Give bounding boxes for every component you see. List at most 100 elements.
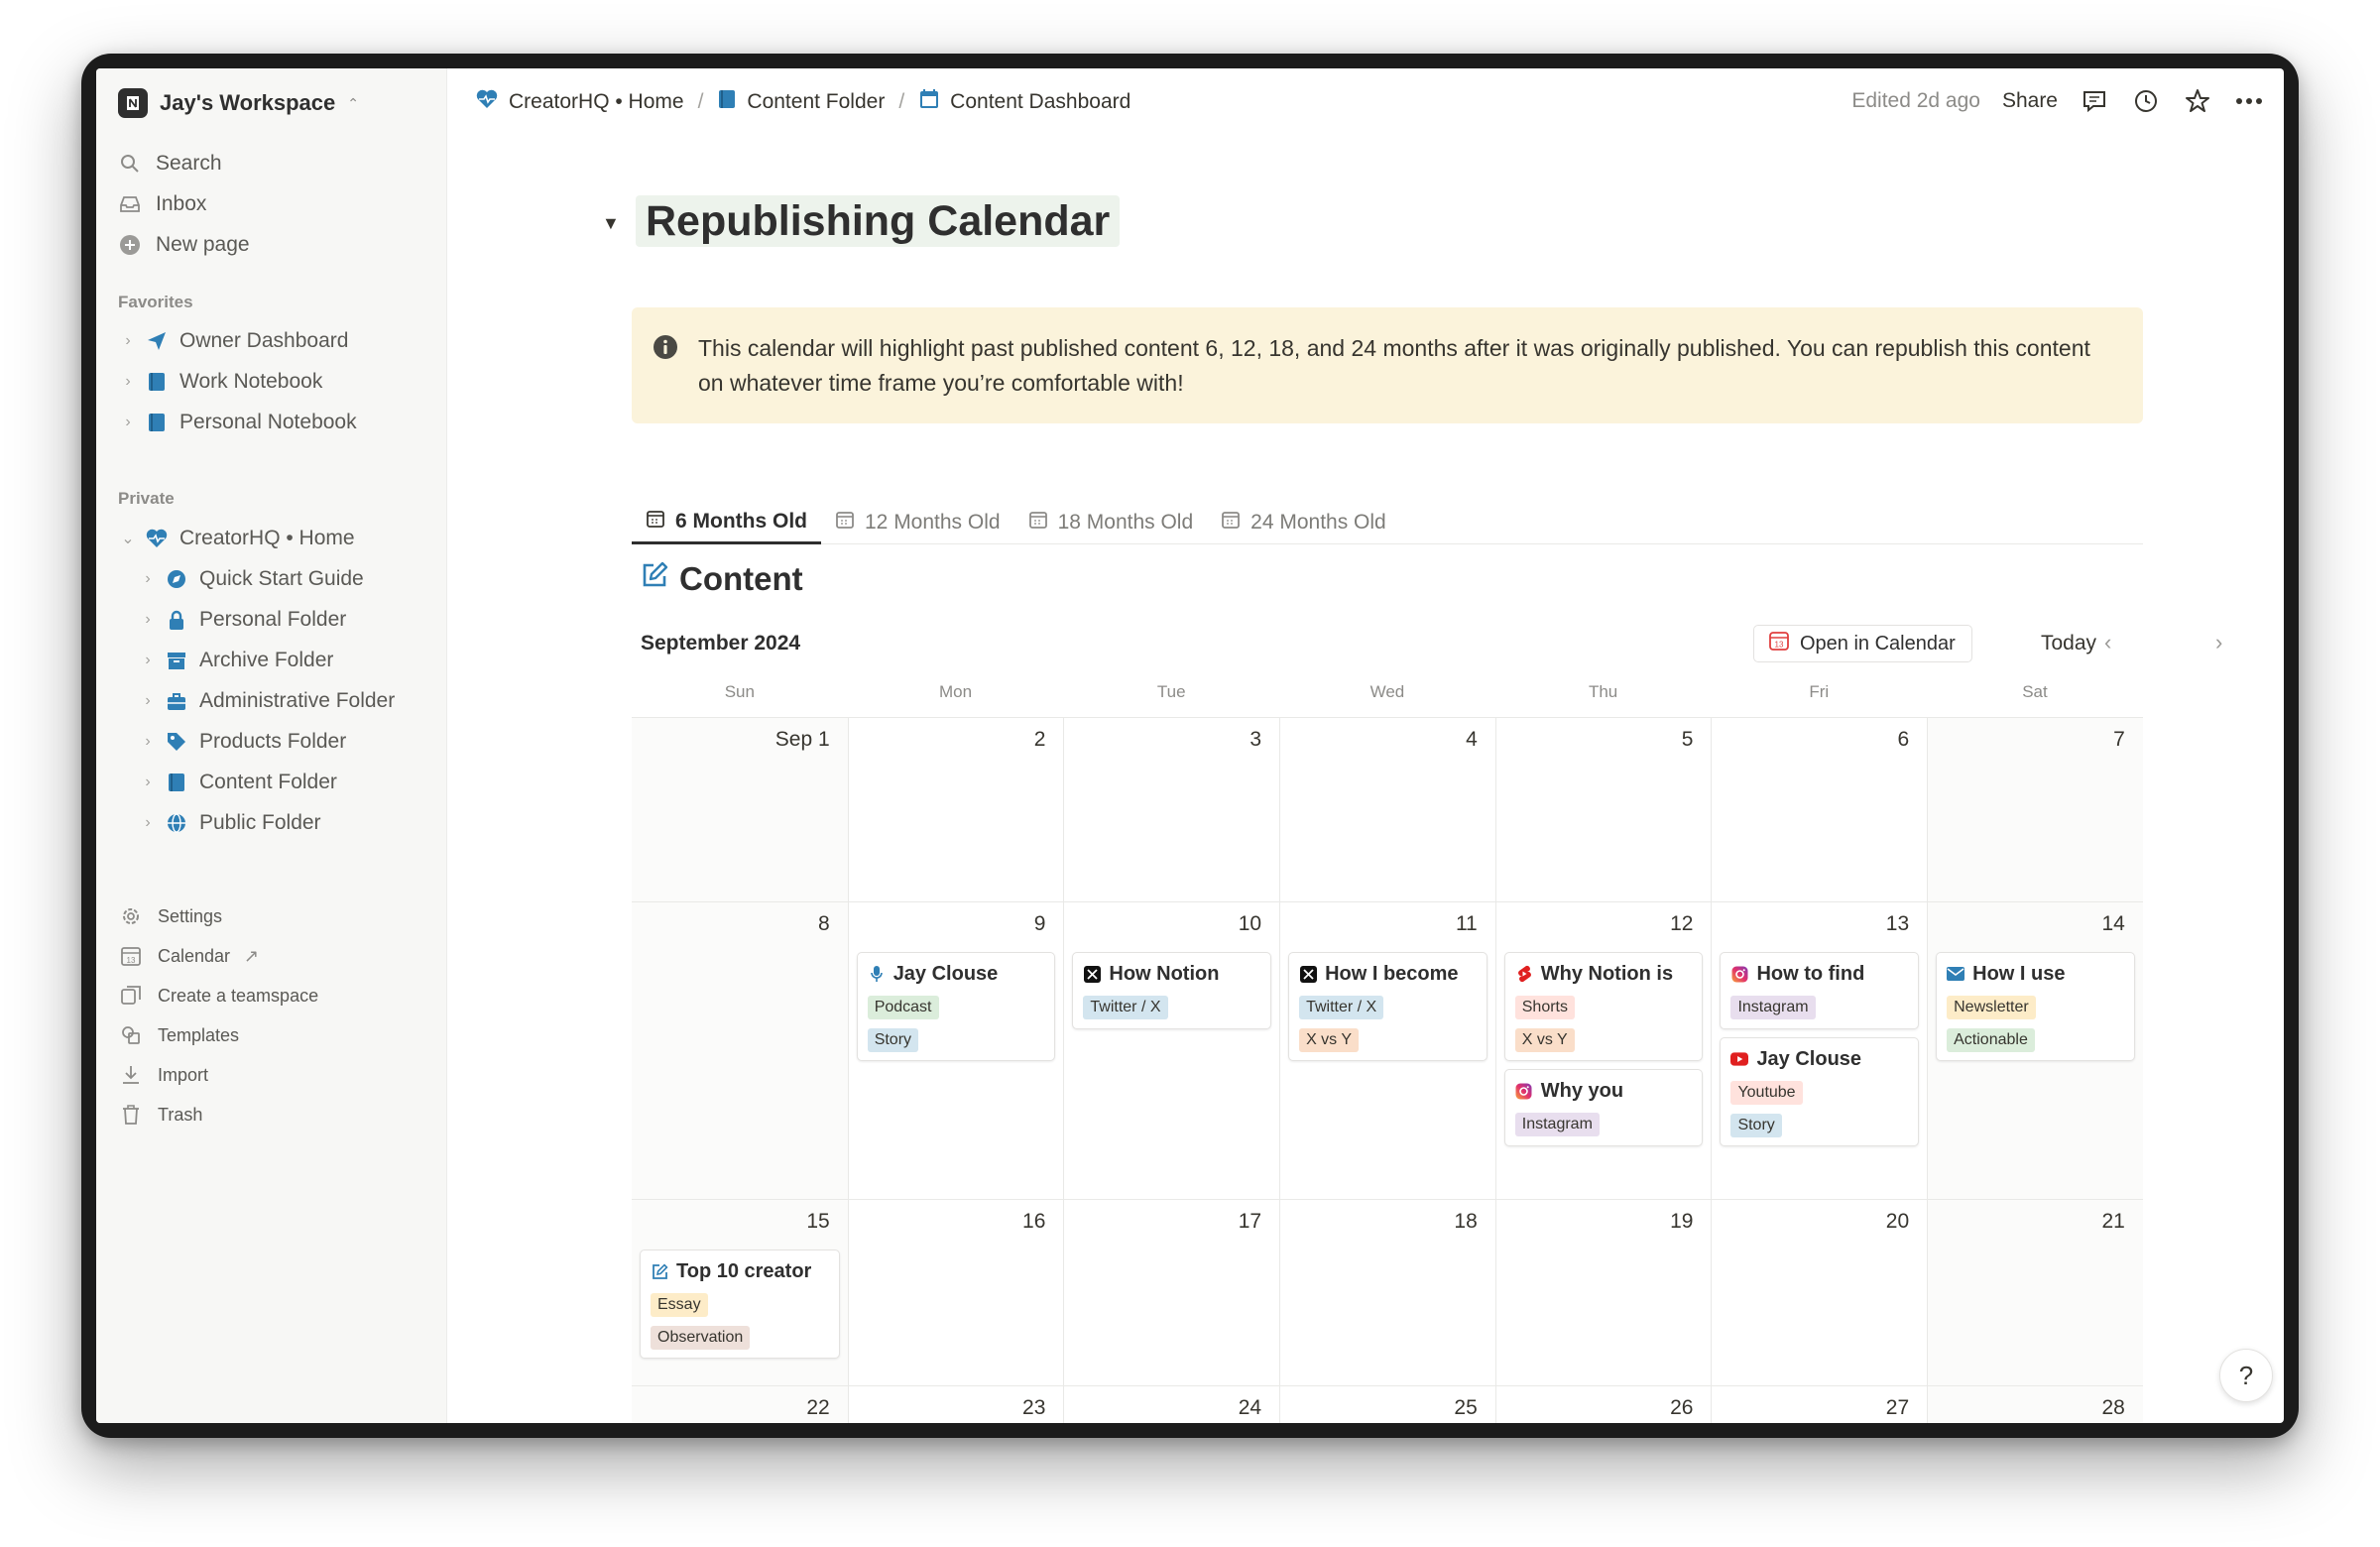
- sidebar-calendar[interactable]: 13 Calendar ↗: [118, 943, 259, 969]
- calendar-day-cell[interactable]: 10 How Notion Twitter / X: [1063, 902, 1279, 1199]
- calendar-day-cell[interactable]: 19: [1494, 1200, 1712, 1385]
- open-in-calendar-button[interactable]: 13 Open in Calendar: [1753, 625, 1972, 662]
- calendar-day-cell[interactable]: 6: [1711, 718, 1927, 901]
- calendar-day-cell[interactable]: 2: [847, 718, 1064, 901]
- today-button[interactable]: Today: [2041, 632, 2096, 655]
- breadcrumb-content-dashboard[interactable]: Content Dashboard: [918, 88, 1130, 116]
- content-card[interactable]: Jay Clouse Youtube Story: [1720, 1037, 1920, 1146]
- import-icon: [118, 1062, 144, 1088]
- content-card[interactable]: How I become Twitter / X X vs Y: [1288, 952, 1488, 1061]
- calendar-day-cell[interactable]: 21: [1927, 1200, 2143, 1385]
- help-button[interactable]: ?: [2219, 1349, 2273, 1402]
- chevron-right-icon[interactable]: ›: [138, 611, 158, 629]
- chevron-down-icon[interactable]: ⌄: [118, 529, 138, 548]
- workspace-switcher[interactable]: Jay's Workspace ⌃: [118, 88, 359, 118]
- content-card[interactable]: How I use Newsletter Actionable: [1936, 952, 2135, 1061]
- chevron-right-icon[interactable]: ›: [2215, 630, 2222, 655]
- calendar-day-cell[interactable]: 25: [1279, 1386, 1495, 1423]
- history-clock-icon[interactable]: [2131, 86, 2161, 116]
- calendar-day-cell[interactable]: Sep 1: [632, 718, 848, 901]
- chevron-right-icon[interactable]: ›: [138, 733, 158, 751]
- calendar-day-cell[interactable]: 24: [1063, 1386, 1279, 1423]
- tab-6-months-old[interactable]: 6 Months Old: [632, 501, 821, 544]
- sidebar-create-teamspace[interactable]: Create a teamspace: [118, 983, 318, 1009]
- calendar-day-cell[interactable]: 17: [1063, 1200, 1279, 1385]
- calendar-day-cell[interactable]: 4: [1279, 718, 1495, 901]
- sidebar-item-work-notebook[interactable]: › Work Notebook: [118, 369, 322, 395]
- chevron-right-icon[interactable]: ›: [118, 373, 138, 391]
- sidebar-item-content-folder[interactable]: › Content Folder: [138, 770, 337, 795]
- sidebar-item-personal-folder[interactable]: › Personal Folder: [138, 607, 346, 633]
- sidebar-item-personal-notebook[interactable]: › Personal Notebook: [118, 410, 356, 435]
- content-card[interactable]: How Notion Twitter / X: [1072, 952, 1272, 1029]
- calendar-day-cell[interactable]: 26Guy Raz: [1494, 1386, 1712, 1423]
- calendar-day-cell[interactable]: 3: [1063, 718, 1279, 901]
- sidebar-item-administrative-folder[interactable]: › Administrative Folder: [138, 688, 395, 714]
- sidebar-inbox[interactable]: Inbox: [118, 192, 206, 216]
- share-button[interactable]: Share: [2002, 89, 2058, 113]
- content-card[interactable]: Why Notion is Shorts X vs Y: [1503, 952, 1704, 1061]
- calendar-day-cell[interactable]: 9 Jay Clouse Podcast Story: [847, 902, 1064, 1199]
- star-icon[interactable]: [2183, 86, 2212, 116]
- toggle-triangle-icon[interactable]: ▼: [602, 213, 620, 234]
- chevron-right-icon[interactable]: ›: [138, 774, 158, 791]
- calendar-day-cell[interactable]: 16: [847, 1200, 1064, 1385]
- breadcrumb-creatorhq-home[interactable]: CreatorHQ • Home: [475, 88, 684, 116]
- calendar-day-cell[interactable]: 27How I manage: [1711, 1386, 1927, 1423]
- content-card[interactable]: How to find Instagram: [1720, 952, 1920, 1029]
- calendar-day-cell[interactable]: 22How to choose: [632, 1386, 848, 1423]
- mail-icon: [1947, 965, 1965, 983]
- calendar-day-cell[interactable]: 11 How I become Twitter / X X vs Y: [1279, 902, 1495, 1199]
- content-card[interactable]: Jay Clouse Podcast Story: [856, 952, 1056, 1061]
- sidebar-import-label: Import: [158, 1064, 209, 1085]
- calendar-day-cell[interactable]: 12 Why Notion is Shorts X vs Y Why you Instag…: [1494, 902, 1712, 1199]
- sidebar-item-quick-start-guide[interactable]: › Quick Start Guide: [138, 566, 363, 592]
- tab-label: 12 Months Old: [865, 510, 1001, 534]
- sidebar-item-public-folder[interactable]: › Public Folder: [138, 810, 320, 836]
- calendar-day-cell[interactable]: 8: [632, 902, 848, 1199]
- content-card[interactable]: Why you Instagram: [1503, 1069, 1704, 1146]
- chevron-left-icon[interactable]: ‹: [2104, 630, 2111, 655]
- chevron-right-icon[interactable]: ›: [138, 652, 158, 669]
- sidebar-item-archive-folder[interactable]: › Archive Folder: [138, 648, 333, 673]
- calendar-day-cell[interactable]: 5: [1494, 718, 1712, 901]
- sidebar-import[interactable]: Import: [118, 1062, 208, 1088]
- calendar-day-cell[interactable]: 18: [1279, 1200, 1495, 1385]
- calendar-day-cell[interactable]: 28: [1927, 1386, 2143, 1423]
- sidebar-item-products-folder[interactable]: › Products Folder: [138, 729, 346, 755]
- chevron-right-icon[interactable]: ›: [138, 570, 158, 588]
- weekday-label: Fri: [1809, 682, 1830, 701]
- sidebar-trash-label: Trash: [158, 1104, 203, 1125]
- chevron-right-icon[interactable]: ›: [118, 414, 138, 431]
- sidebar-create-teamspace-label: Create a teamspace: [158, 985, 319, 1006]
- tag-badge: Instagram: [1730, 996, 1816, 1019]
- card-title-text: Why you: [1540, 1079, 1624, 1102]
- sidebar-templates[interactable]: Templates: [118, 1022, 239, 1048]
- sidebar-settings[interactable]: Settings: [118, 903, 222, 929]
- sidebar-trash[interactable]: Trash: [118, 1102, 202, 1128]
- chevron-right-icon[interactable]: ›: [138, 692, 158, 710]
- chevron-right-icon[interactable]: ›: [118, 332, 138, 350]
- calendar-day-cell[interactable]: 15 Top 10 creator Essay Observation: [632, 1200, 848, 1385]
- calendar-day-cell[interactable]: 13 How to find Instagram Jay Clouse Youtube S…: [1711, 902, 1927, 1199]
- database-title[interactable]: Content: [640, 560, 803, 598]
- calendar-day-cell[interactable]: 7: [1927, 718, 2143, 901]
- sidebar-new-page[interactable]: New page: [118, 233, 250, 257]
- content-card[interactable]: Top 10 creator Essay Observation: [640, 1250, 840, 1359]
- chevron-right-icon[interactable]: ›: [138, 814, 158, 832]
- sidebar-item-creatorhq-home[interactable]: ⌄ CreatorHQ • Home: [118, 526, 354, 551]
- page-title[interactable]: Republishing Calendar: [636, 195, 1121, 247]
- breadcrumb-label: Content Folder: [747, 90, 886, 113]
- sidebar-item-owner-dashboard[interactable]: › Owner Dashboard: [118, 328, 348, 354]
- device-frame: Jay's Workspace ⌃ Search Inbox New page …: [81, 54, 2299, 1438]
- tab-18-months-old[interactable]: 18 Months Old: [1014, 501, 1208, 543]
- calendar-day-cell[interactable]: 23: [847, 1386, 1064, 1423]
- calendar-day-cell[interactable]: 20: [1711, 1200, 1927, 1385]
- comment-icon[interactable]: [2080, 86, 2109, 116]
- tab-24-months-old[interactable]: 24 Months Old: [1207, 501, 1400, 543]
- breadcrumb-content-folder[interactable]: Content Folder: [717, 88, 885, 116]
- calendar-day-cell[interactable]: 14 How I use Newsletter Actionable: [1927, 902, 2143, 1199]
- sidebar-search[interactable]: Search: [118, 152, 222, 176]
- tab-12-months-old[interactable]: 12 Months Old: [821, 501, 1014, 543]
- more-options-icon[interactable]: [2234, 86, 2264, 116]
